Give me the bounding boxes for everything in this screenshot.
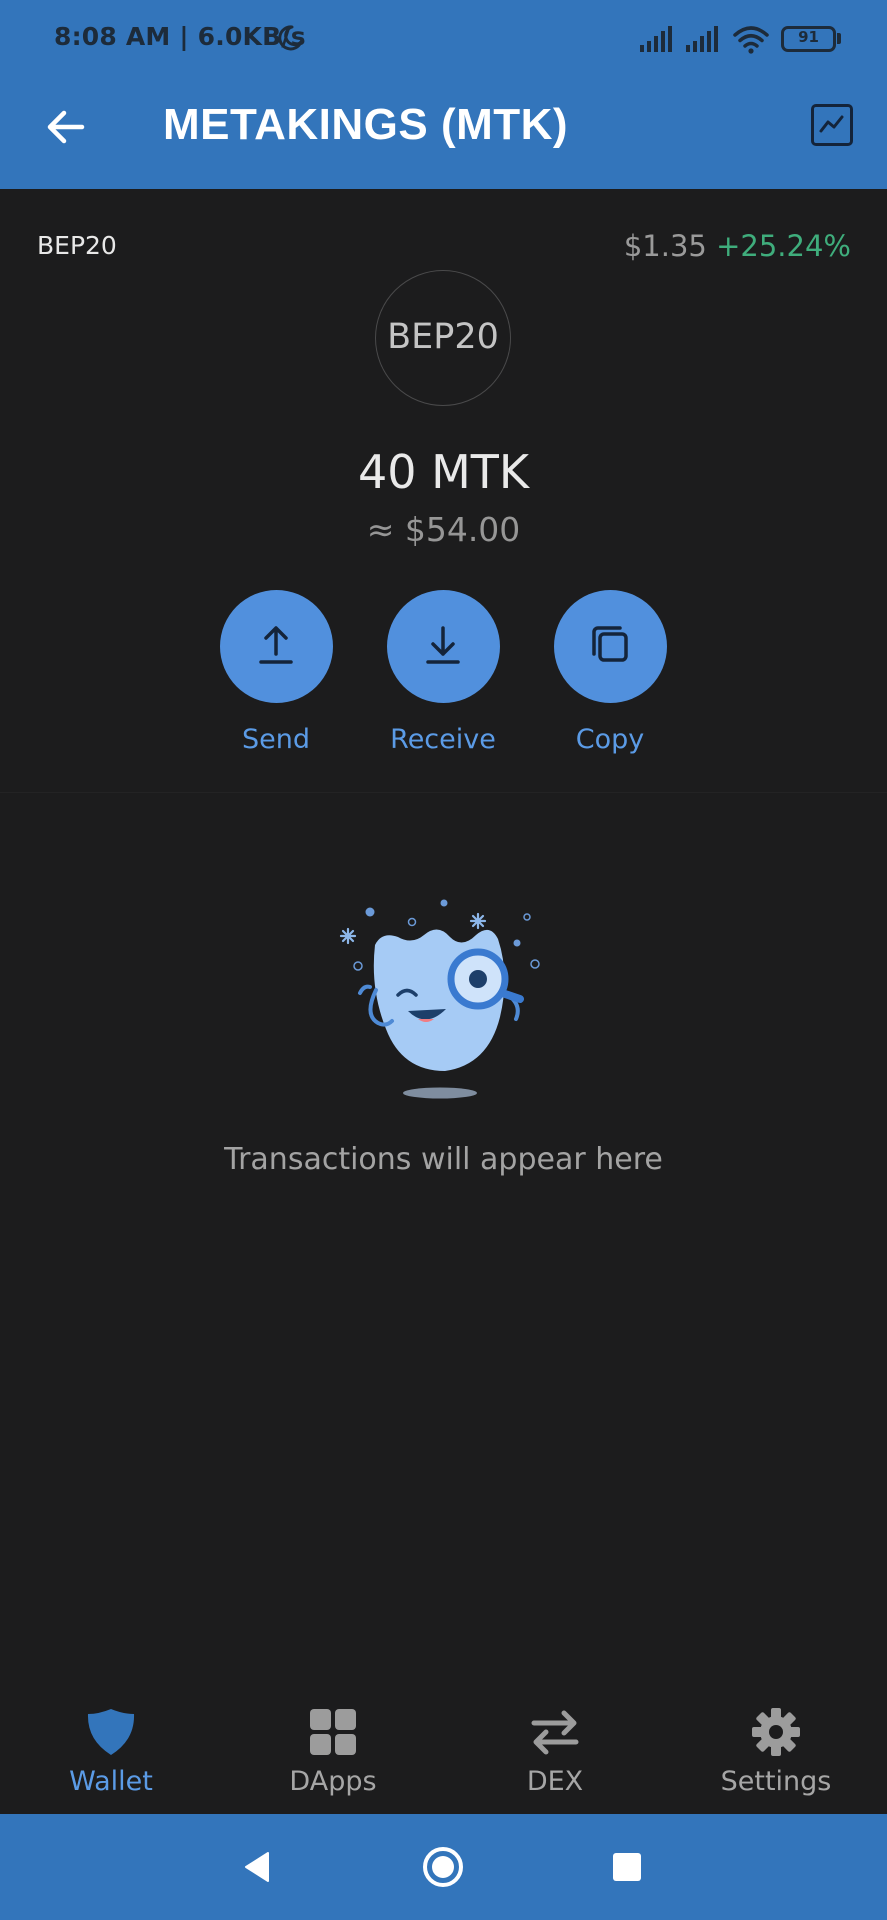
nav-settings[interactable]: Settings [665, 1690, 887, 1814]
app-bar: METAKINGS (MTK) [0, 78, 887, 189]
status-bar: 8:08 AM | 6.0KB/s 91 [0, 0, 887, 78]
nav-dapps-label: DApps [289, 1766, 377, 1797]
chart-line-icon [819, 115, 844, 133]
shield-icon [87, 1709, 135, 1755]
send-button[interactable]: Send [196, 590, 356, 780]
mascot-illustration [339, 899, 540, 1099]
receive-circle[interactable] [387, 590, 500, 703]
receive-label: Receive [390, 724, 496, 755]
copy-icon [592, 626, 628, 662]
grid-icon [310, 1709, 356, 1755]
nav-wallet-label: Wallet [69, 1766, 153, 1797]
page-title: METAKINGS (MTK) [163, 100, 569, 149]
bottom-nav: Wallet DApps DEX Settings [0, 1690, 887, 1814]
copy-button[interactable]: Copy [530, 590, 690, 780]
token-balance: 40 MTK [357, 445, 530, 499]
back-triangle-icon[interactable] [234, 1844, 280, 1890]
wifi-icon [733, 26, 769, 54]
price-value: $1.35 [623, 229, 707, 263]
nav-settings-label: Settings [720, 1766, 832, 1797]
signal-icon [686, 26, 718, 52]
nav-dapps[interactable]: DApps [222, 1690, 444, 1814]
token-logo-text: BEP20 [387, 317, 499, 357]
copy-label: Copy [575, 724, 645, 755]
upload-arrow-icon [259, 626, 293, 664]
token-header: BEP20 $1.35 +25.24% BEP20 40 MTK ≈ $54.0… [0, 189, 887, 793]
moon-icon [278, 25, 303, 51]
nav-dex[interactable]: DEX [444, 1690, 666, 1814]
empty-state-message: Transactions will appear here [224, 1142, 663, 1177]
chart-button[interactable] [811, 104, 853, 146]
price-change: +25.24% [716, 229, 851, 263]
system-nav-bar [0, 1814, 887, 1920]
status-time-speed: 8:08 AM | 6.0KB/s [54, 22, 306, 51]
copy-circle[interactable] [554, 590, 667, 703]
recents-square-icon[interactable] [604, 1844, 650, 1890]
token-logo: BEP20 [375, 270, 511, 406]
nav-dex-label: DEX [526, 1766, 584, 1797]
battery-icon: 91 [781, 26, 836, 52]
battery-level: 91 [798, 28, 819, 46]
send-label: Send [241, 724, 310, 755]
send-circle[interactable] [220, 590, 333, 703]
home-circle-icon[interactable] [420, 1844, 466, 1890]
fiat-value: ≈ $54.00 [366, 510, 521, 549]
nav-wallet[interactable]: Wallet [0, 1690, 222, 1814]
receive-button[interactable]: Receive [363, 590, 523, 780]
gear-icon [752, 1708, 800, 1756]
download-arrow-icon [426, 626, 460, 664]
network-label: BEP20 [37, 231, 117, 260]
swap-arrows-icon [531, 1710, 579, 1755]
back-arrow-icon[interactable] [40, 102, 90, 152]
signal-icon [640, 26, 672, 52]
battery-nub [837, 33, 841, 44]
token-price: $1.35 +25.24% [624, 229, 851, 263]
